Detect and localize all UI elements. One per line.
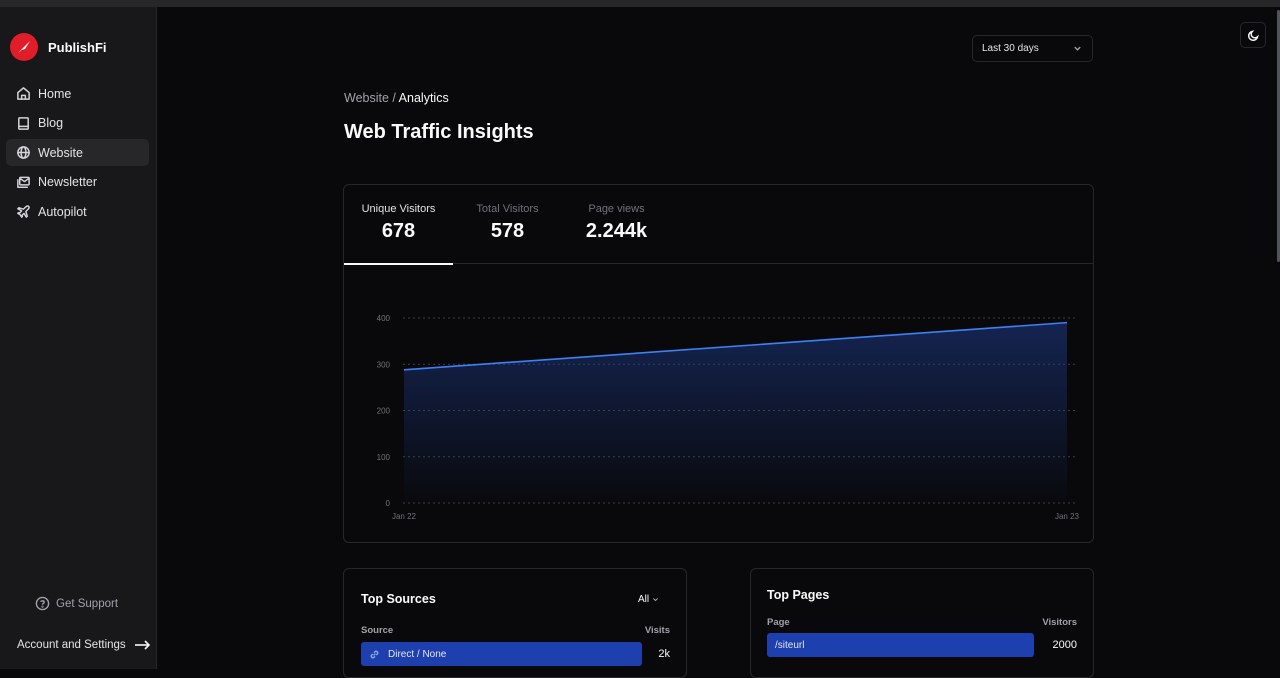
sidebar-item-newsletter[interactable]: Newsletter (6, 169, 149, 196)
x-tick-label: Jan 23 (1055, 512, 1080, 521)
account-settings-label: Account and Settings (17, 639, 126, 651)
browser-chrome-strip (0, 0, 1280, 7)
chevron-down-icon (1074, 46, 1081, 51)
link-icon (370, 650, 379, 658)
account-settings-link[interactable]: Account and Settings (17, 639, 150, 651)
arrow-right-icon (134, 640, 150, 650)
source-row-label: Direct / None (388, 648, 447, 660)
page-row[interactable]: /siteurl (767, 633, 1034, 657)
source-row[interactable]: Direct / None (361, 642, 642, 666)
sidebar-item-home[interactable]: Home (6, 80, 149, 107)
home-icon (17, 87, 30, 100)
brand-name: PublishFi (48, 39, 107, 55)
breadcrumb: Website / Analytics (344, 91, 449, 105)
theme-toggle-button[interactable] (1240, 22, 1266, 48)
top-sources-card: Top Sources All Source Visits Direct / N… (343, 568, 687, 678)
sidebar-item-blog[interactable]: Blog (6, 110, 149, 137)
page-row-value: 2000 (1052, 639, 1077, 651)
sources-filter-dropdown[interactable]: All (638, 594, 659, 605)
stats-tabs: Unique Visitors 678 Total Visitors 578 P… (344, 185, 1093, 265)
source-row-value: 2k (658, 648, 670, 660)
breadcrumb-parent[interactable]: Website (344, 91, 389, 105)
page-row-label: /siteurl (775, 639, 805, 651)
sidebar-nav: Home Blog Website Newsletter Autopilot (6, 80, 149, 228)
chevron-down-icon (653, 598, 659, 602)
y-tick-label: 100 (377, 453, 391, 462)
tab-total-visitors[interactable]: Total Visitors 578 (453, 185, 562, 264)
sidebar-item-website[interactable]: Website (6, 139, 149, 166)
tab-unique-visitors[interactable]: Unique Visitors 678 (344, 185, 453, 265)
stat-value: 2.244k (585, 220, 648, 242)
logo-icon (10, 33, 38, 61)
tab-page-views[interactable]: Page views 2.244k (562, 185, 671, 264)
top-sources-title: Top Sources (361, 592, 436, 606)
column-header-page: Page (767, 617, 790, 628)
top-pages-card: Top Pages Page Visitors /siteurl 2000 (750, 568, 1094, 678)
moon-icon (1247, 29, 1259, 41)
book-icon (18, 116, 29, 130)
breadcrumb-separator: / (388, 91, 399, 105)
stat-label: Unique Visitors (361, 203, 436, 215)
stats-card: Unique Visitors 678 Total Visitors 578 P… (343, 184, 1094, 543)
brand[interactable]: PublishFi (10, 33, 107, 61)
column-header-source: Source (361, 625, 394, 636)
stat-label: Total Visitors (476, 203, 539, 215)
sidebar-item-label: Newsletter (38, 175, 98, 189)
y-tick-label: 200 (377, 407, 391, 416)
sources-filter-value: All (638, 594, 650, 605)
x-tick-label: Jan 22 (392, 512, 417, 521)
y-tick-label: 400 (377, 314, 391, 323)
help-circle-icon (35, 596, 50, 611)
area-fill (404, 322, 1067, 503)
plane-icon (17, 205, 30, 218)
stat-value: 578 (490, 220, 525, 242)
stat-value: 678 (381, 220, 416, 242)
get-support-label: Get Support (56, 597, 119, 610)
sidebar-item-label: Blog (38, 116, 64, 130)
globe-icon (17, 146, 30, 159)
date-range-select[interactable]: Last 30 days (972, 35, 1093, 62)
y-tick-label: 0 (386, 499, 391, 508)
stat-label: Page views (588, 203, 645, 215)
breadcrumb-current: Analytics (398, 91, 449, 105)
y-tick-label: 300 (377, 360, 391, 369)
top-pages-title: Top Pages (767, 588, 830, 602)
sidebar-item-label: Home (38, 86, 72, 101)
sidebar-item-autopilot[interactable]: Autopilot (6, 198, 149, 225)
get-support-link[interactable]: Get Support (35, 596, 118, 611)
column-header-visitors: Visitors (1042, 617, 1077, 628)
sidebar-item-label: Autopilot (38, 204, 87, 219)
visitors-area-chart: 0 100 200 300 400 Jan 22 Jan 23 (377, 314, 1080, 521)
date-range-value: Last 30 days (982, 43, 1039, 54)
sidebar-item-label: Website (38, 145, 83, 160)
sidebar: PublishFi Home Blog Website Newsletter A… (0, 7, 157, 669)
page-title: Web Traffic Insights (344, 121, 534, 143)
mail-icon (17, 176, 30, 188)
column-header-visits: Visits (644, 625, 670, 636)
